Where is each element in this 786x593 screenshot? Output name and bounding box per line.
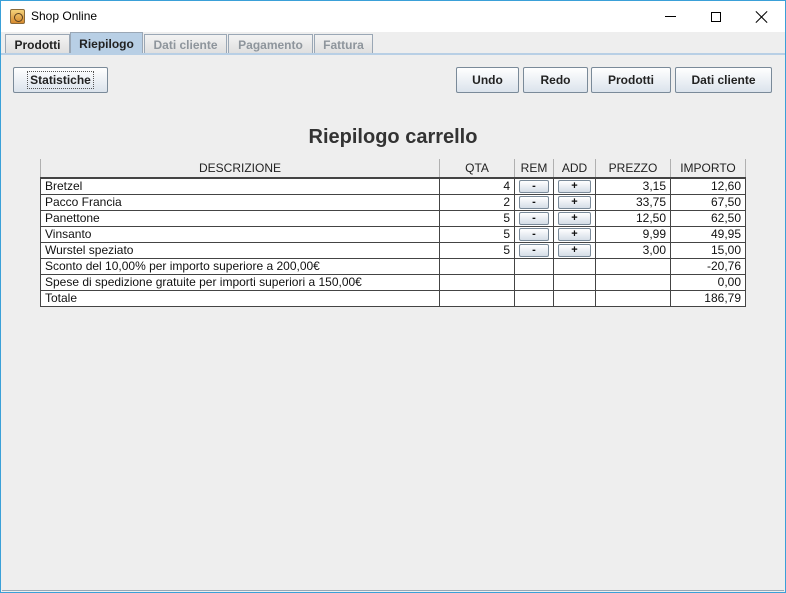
item-prezzo: 3,15 (595, 177, 671, 195)
item-prezzo: 9,99 (595, 225, 671, 243)
rem-cell: - (514, 241, 554, 259)
rem-cell: - (514, 225, 554, 243)
tab-riepilogo[interactable]: Riepilogo (70, 32, 143, 54)
table-row[interactable]: Pacco Francia 2 - + 33,75 67,50 (40, 193, 746, 211)
item-prezzo: 12,50 (595, 209, 671, 227)
item-prezzo: 3,00 (595, 241, 671, 259)
rem-cell: - (514, 177, 554, 195)
item-importo: 62,50 (670, 209, 746, 227)
col-header-add[interactable]: ADD (553, 159, 596, 179)
java-app-icon (10, 9, 25, 24)
shipping-description: Spese di spedizione gratuite per importi… (40, 273, 440, 291)
maximize-icon (711, 11, 721, 22)
dati-cliente-button[interactable]: Dati cliente (675, 67, 772, 93)
add-one-button[interactable]: + (558, 211, 591, 225)
empty-cell (514, 289, 554, 307)
statistiche-button[interactable]: Statistiche (13, 67, 108, 93)
undo-button[interactable]: Undo (456, 67, 519, 93)
empty-cell (595, 273, 671, 291)
empty-cell (595, 257, 671, 275)
item-importo: 49,95 (670, 225, 746, 243)
item-qta: 5 (439, 241, 515, 259)
add-cell: + (553, 177, 596, 195)
total-amount: 186,79 (670, 289, 746, 307)
col-header-descrizione[interactable]: DESCRIZIONE (40, 159, 440, 179)
minimize-button[interactable] (647, 1, 693, 32)
cart-table: DESCRIZIONE QTA REM ADD PREZZO IMPORTO B… (40, 159, 746, 307)
col-header-rem[interactable]: REM (514, 159, 554, 179)
col-header-importo[interactable]: IMPORTO (670, 159, 746, 179)
item-importo: 12,60 (670, 177, 746, 195)
table-row[interactable]: Vinsanto 5 - + 9,99 49,95 (40, 225, 746, 243)
empty-cell (553, 257, 596, 275)
prodotti-button[interactable]: Prodotti (591, 67, 671, 93)
item-importo: 67,50 (670, 193, 746, 211)
tab-fattura: Fattura (314, 34, 373, 54)
tab-strip: Prodotti Riepilogo Dati cliente Pagament… (1, 32, 785, 54)
add-one-button[interactable]: + (558, 227, 591, 241)
remove-one-button[interactable]: - (519, 195, 549, 209)
item-qta: 5 (439, 209, 515, 227)
item-qta: 5 (439, 225, 515, 243)
shipping-amount: 0,00 (670, 273, 746, 291)
rem-cell: - (514, 193, 554, 211)
item-qta: 2 (439, 193, 515, 211)
empty-cell (439, 273, 515, 291)
total-label: Totale (40, 289, 440, 307)
col-header-qta[interactable]: QTA (439, 159, 515, 179)
remove-one-button[interactable]: - (519, 211, 549, 225)
add-one-button[interactable]: + (558, 243, 591, 257)
add-cell: + (553, 241, 596, 259)
item-prezzo: 33,75 (595, 193, 671, 211)
add-one-button[interactable]: + (558, 195, 591, 209)
statistiche-label: Statistiche (27, 71, 94, 89)
remove-one-button[interactable]: - (519, 243, 549, 257)
table-row[interactable]: Bretzel 4 - + 3,15 12,60 (40, 177, 746, 195)
remove-one-button[interactable]: - (519, 179, 549, 193)
add-cell: + (553, 209, 596, 227)
tab-dati-cliente: Dati cliente (144, 34, 227, 54)
cart-title: Riepilogo carrello (308, 126, 478, 148)
item-importo: 15,00 (670, 241, 746, 259)
window-title: Shop Online (31, 9, 98, 23)
tab-pagamento: Pagamento (228, 34, 313, 54)
item-qta: 4 (439, 177, 515, 195)
redo-button[interactable]: Redo (523, 67, 588, 93)
table-row[interactable]: Wurstel speziato 5 - + 3,00 15,00 (40, 241, 746, 259)
table-row-shipping[interactable]: Spese di spedizione gratuite per importi… (40, 273, 746, 291)
empty-cell (553, 289, 596, 307)
maximize-button[interactable] (693, 1, 739, 32)
close-button[interactable] (739, 1, 785, 32)
minimize-icon (664, 16, 676, 17)
empty-cell (439, 257, 515, 275)
table-row-total[interactable]: Totale 186,79 (40, 289, 746, 307)
empty-cell (553, 273, 596, 291)
item-descrizione: Pacco Francia (40, 193, 440, 211)
item-descrizione: Panettone (40, 209, 440, 227)
discount-amount: -20,76 (670, 257, 746, 275)
empty-cell (514, 273, 554, 291)
title-bar: Shop Online (1, 1, 785, 32)
add-cell: + (553, 225, 596, 243)
add-cell: + (553, 193, 596, 211)
remove-one-button[interactable]: - (519, 227, 549, 241)
discount-description: Sconto del 10,00% per importo superiore … (40, 257, 440, 275)
item-descrizione: Wurstel speziato (40, 241, 440, 259)
empty-cell (439, 289, 515, 307)
tab-prodotti[interactable]: Prodotti (5, 34, 70, 54)
item-descrizione: Bretzel (40, 177, 440, 195)
rem-cell: - (514, 209, 554, 227)
app-window: Shop Online Prodotti Riepilogo Dati clie… (0, 0, 786, 593)
item-descrizione: Vinsanto (40, 225, 440, 243)
col-header-prezzo[interactable]: PREZZO (595, 159, 671, 179)
table-row-discount[interactable]: Sconto del 10,00% per importo superiore … (40, 257, 746, 275)
empty-cell (514, 257, 554, 275)
empty-cell (595, 289, 671, 307)
table-row[interactable]: Panettone 5 - + 12,50 62,50 (40, 209, 746, 227)
table-header-row: DESCRIZIONE QTA REM ADD PREZZO IMPORTO (40, 159, 746, 179)
close-icon (756, 11, 768, 23)
add-one-button[interactable]: + (558, 179, 591, 193)
